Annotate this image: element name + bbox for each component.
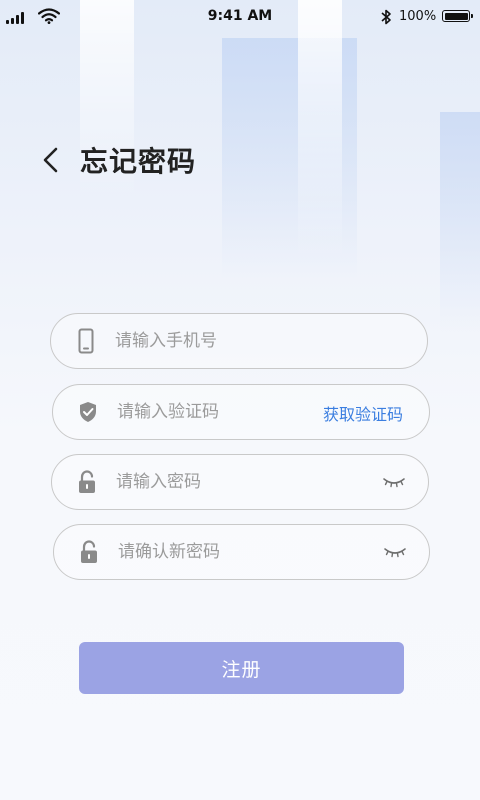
chevron-left-icon: [43, 147, 58, 173]
verification-code-field[interactable]: 获取验证码: [52, 384, 430, 440]
confirm-password-field[interactable]: [53, 524, 430, 580]
back-button[interactable]: [38, 142, 68, 178]
eye-closed-icon[interactable]: [383, 545, 407, 559]
eye-closed-icon[interactable]: [382, 475, 406, 489]
page-title: 忘记密码: [80, 145, 197, 178]
bluetooth-icon: [381, 9, 391, 25]
battery-percentage: 100%: [399, 9, 437, 24]
status-bar: 9:41 AM 100%: [0, 0, 480, 34]
phone-field[interactable]: [50, 313, 428, 369]
phone-input[interactable]: [115, 326, 335, 356]
lock-icon: [79, 470, 95, 493]
password-field[interactable]: [51, 454, 429, 510]
background-blue-block: [440, 112, 480, 332]
password-input[interactable]: [116, 467, 336, 497]
battery-icon: [442, 10, 473, 22]
get-code-button[interactable]: 获取验证码: [323, 401, 403, 425]
phone-icon: [78, 328, 94, 354]
shield-check-icon: [80, 402, 96, 422]
confirm-password-input[interactable]: [118, 537, 338, 567]
verification-code-input[interactable]: [117, 397, 287, 427]
lock-icon: [81, 540, 97, 563]
background-light-column: [298, 0, 342, 260]
register-button[interactable]: 注册: [79, 642, 404, 694]
